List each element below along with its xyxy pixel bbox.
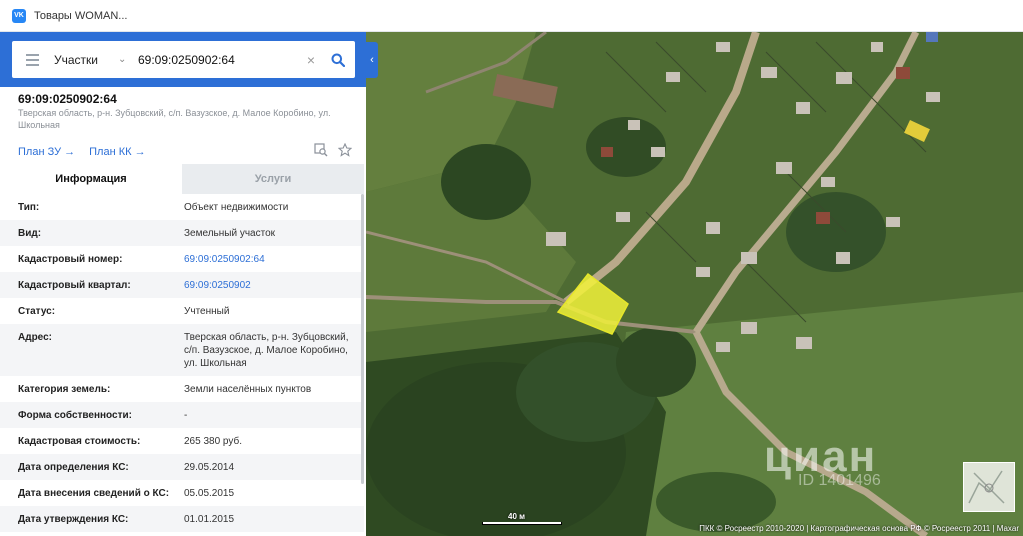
property-value: Объект недвижимости	[184, 202, 289, 213]
panel-tools	[314, 143, 352, 157]
watermark-id: ID 1401496	[798, 472, 881, 489]
properties-table: Тип: Объект недвижимости Вид: Земельный …	[0, 194, 364, 532]
minimap-icon	[968, 470, 1005, 504]
search-box: Участки ⌄ 69:09:0250902:64 ×	[12, 41, 355, 78]
info-tabs: Информация Услуги	[0, 164, 364, 194]
property-key: Кадастровая стоимость:	[18, 436, 141, 447]
search-input[interactable]: 69:09:0250902:64	[134, 53, 301, 67]
zoom-to-object-icon[interactable]	[314, 143, 328, 157]
property-value: 01.01.2015	[184, 514, 235, 525]
search-button[interactable]	[321, 41, 355, 78]
property-row: Статус: Учтенный	[0, 298, 364, 324]
scale-label: 40 м	[508, 512, 526, 521]
property-key: Адрес:	[18, 332, 52, 343]
minimap[interactable]	[963, 462, 1015, 512]
plan-zu-link[interactable]: План ЗУ →	[18, 146, 75, 158]
panel-scrollbar[interactable]	[361, 194, 364, 484]
search-icon	[331, 53, 345, 67]
chevron-left-icon: ‹	[370, 54, 374, 66]
search-bar: Участки ⌄ 69:09:0250902:64 ×	[0, 32, 366, 87]
star-icon[interactable]	[338, 143, 352, 157]
plan-links: План ЗУ → План КК →	[18, 146, 146, 158]
property-key: Дата утверждения КС:	[18, 514, 129, 525]
property-value: Тверская область, р-н. Зубцовский, с/п. …	[184, 332, 349, 369]
property-value: Земли населённых пунктов	[184, 384, 312, 395]
browser-tab-bar: VK Товары WOMAN...	[0, 0, 1023, 32]
property-row: Кадастровый номер: 69:09:0250902:64	[0, 246, 364, 272]
map-attribution: ПКК © Росреестр 2010-2020 | Картографиче…	[699, 524, 1019, 533]
property-row: Категория земель: Земли населённых пункт…	[0, 376, 364, 402]
property-value: 05.05.2015	[184, 488, 235, 499]
tab-services[interactable]: Услуги	[182, 164, 364, 194]
chevron-down-icon[interactable]: ⌄	[118, 54, 134, 65]
property-key: Кадастровый квартал:	[18, 280, 131, 291]
property-value: 265 380 руб.	[184, 436, 242, 447]
collapse-panel-button[interactable]: ‹	[366, 42, 378, 78]
cadastral-number-link[interactable]: 69:09:0250902:64	[184, 253, 356, 266]
map-scale: 40 м	[482, 512, 562, 526]
property-row: Дата внесения сведений о КС: 05.05.2015	[0, 480, 364, 506]
property-row: Дата утверждения КС: 01.01.2015	[0, 506, 364, 532]
property-key: Статус:	[18, 306, 56, 317]
vk-icon: VK	[12, 8, 26, 23]
property-row: Форма собственности: -	[0, 402, 364, 428]
search-type-select[interactable]: Участки	[54, 53, 118, 67]
tab-information[interactable]: Информация	[0, 164, 182, 194]
property-key: Форма собственности:	[18, 410, 132, 421]
property-key: Дата определения КС:	[18, 462, 129, 473]
tab-title[interactable]: Товары WOMAN...	[34, 10, 127, 22]
map-imagery	[366, 32, 1023, 536]
property-row: Тип: Объект недвижимости	[0, 194, 364, 220]
property-key: Дата внесения сведений о КС:	[18, 488, 170, 499]
property-value: -	[184, 410, 188, 421]
property-value: Земельный участок	[184, 228, 276, 239]
plan-kk-link[interactable]: План КК →	[89, 146, 145, 158]
property-row: Кадастровый квартал: 69:09:0250902	[0, 272, 364, 298]
property-value: 29.05.2014	[184, 462, 235, 473]
clear-icon[interactable]: ×	[301, 52, 321, 68]
property-row: Дата определения КС: 29.05.2014	[0, 454, 364, 480]
property-key: Кадастровый номер:	[18, 254, 123, 265]
object-address: Тверская область, р-н. Зубцовский, с/п. …	[18, 108, 331, 130]
info-panel: Участки ⌄ 69:09:0250902:64 × 69:09:02509…	[0, 32, 366, 536]
property-value: Учтенный	[184, 306, 230, 317]
cadastral-quarter-link[interactable]: 69:09:0250902	[184, 279, 356, 292]
property-row: Адрес: Тверская область, р-н. Зубцовский…	[0, 324, 364, 376]
satellite-map[interactable]: циан ID 1401496 40 м ПКК © Росреестр 201…	[366, 32, 1023, 536]
object-title: 69:09:0250902:64	[18, 92, 117, 106]
scale-bar	[482, 522, 562, 525]
property-key: Тип:	[18, 202, 40, 213]
property-row: Вид: Земельный участок	[0, 220, 364, 246]
menu-icon[interactable]	[12, 41, 52, 78]
property-key: Категория земель:	[18, 384, 111, 395]
property-row: Кадастровая стоимость: 265 380 руб.	[0, 428, 364, 454]
property-key: Вид:	[18, 228, 42, 239]
